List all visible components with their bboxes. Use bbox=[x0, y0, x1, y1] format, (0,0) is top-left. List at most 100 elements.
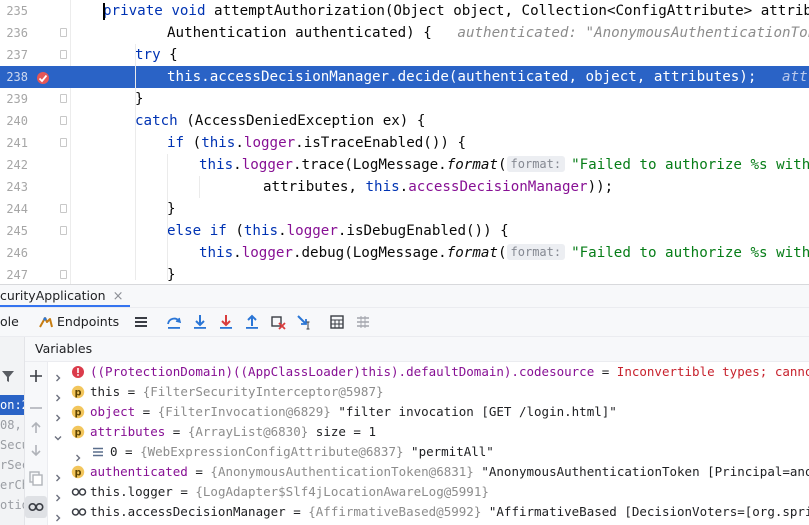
variable-type: {FilterInvocation@6829} bbox=[157, 404, 331, 419]
code-line[interactable]: 235 private void attemptAuthorization(Obj… bbox=[0, 0, 809, 22]
code-line[interactable]: 242 this.logger.trace(LogMessage.format(f… bbox=[0, 154, 809, 176]
code-text: catch (AccessDeniedException ex) { bbox=[135, 110, 425, 132]
endpoints-icon bbox=[38, 315, 54, 331]
variables-toolbar bbox=[25, 362, 48, 525]
variables-tree[interactable]: ((ProtectionDomain)((AppClassLoader)this… bbox=[48, 362, 809, 525]
frame-item-selected[interactable]: on:2 bbox=[0, 395, 24, 415]
code-token: .isTraceEnabled()) { bbox=[295, 135, 466, 151]
frame-item[interactable]: rSec bbox=[0, 455, 24, 475]
line-number[interactable]: 244 bbox=[2, 198, 28, 220]
evaluate-icon[interactable] bbox=[329, 314, 345, 330]
filter-icon[interactable] bbox=[1, 369, 15, 383]
variable-value: "permitAll" bbox=[403, 444, 494, 459]
trace-icon[interactable] bbox=[355, 314, 371, 330]
variable-row[interactable]: p authenticated = {AnonymousAuthenticatio… bbox=[48, 462, 809, 482]
copy-icon[interactable] bbox=[28, 470, 44, 486]
variable-row[interactable]: p this = {FilterSecurityInterceptor@5987} bbox=[48, 382, 809, 402]
fold-marker-icon[interactable] bbox=[60, 226, 67, 235]
chevron-down-icon[interactable] bbox=[54, 428, 62, 441]
step-over-icon[interactable] bbox=[166, 314, 182, 330]
chevron-right-icon[interactable] bbox=[54, 468, 62, 482]
line-number[interactable]: 235 bbox=[2, 0, 28, 22]
variable-row[interactable]: this.logger = {LogAdapter$Slf4jLocationA… bbox=[48, 482, 809, 502]
show-watches-icon[interactable] bbox=[25, 496, 47, 518]
variable-text: authenticated = {AnonymousAuthentication… bbox=[90, 462, 809, 482]
line-number[interactable]: 237 bbox=[2, 44, 28, 66]
line-number[interactable]: 238 bbox=[2, 66, 28, 88]
code-line[interactable]: 239} bbox=[0, 88, 809, 110]
parameter-icon: p bbox=[71, 385, 85, 399]
code-line[interactable]: 236 Authentication authenticated) { authe… bbox=[0, 22, 809, 44]
text-caret bbox=[103, 3, 105, 20]
variables-title: Variables bbox=[35, 341, 93, 356]
fold-marker-icon[interactable] bbox=[60, 94, 67, 103]
variable-row[interactable]: p object = {FilterInvocation@6829} "filte… bbox=[48, 402, 809, 422]
fold-marker-icon[interactable] bbox=[60, 50, 67, 59]
chevron-right-icon[interactable] bbox=[54, 508, 62, 522]
fold-marker-icon[interactable] bbox=[60, 116, 67, 125]
code-line[interactable]: 237 try { bbox=[0, 44, 809, 66]
tab-console[interactable]: ole bbox=[0, 313, 19, 331]
close-icon[interactable]: × bbox=[113, 289, 124, 304]
variable-row[interactable]: p attributes = {ArrayList@6830} size = 1 bbox=[48, 422, 809, 442]
code-token: . bbox=[278, 223, 287, 239]
variable-type: {FilterSecurityInterceptor@5987} bbox=[142, 384, 384, 399]
chevron-right-icon[interactable] bbox=[74, 448, 82, 462]
chevron-right-icon[interactable] bbox=[54, 408, 62, 422]
code-line[interactable]: 241 if (this.logger.isTraceEnabled()) { bbox=[0, 132, 809, 154]
line-number[interactable]: 245 bbox=[2, 220, 28, 242]
frame-item[interactable]: 08, bbox=[0, 415, 24, 435]
code-text: this.logger.debug(LogMessage.format(form… bbox=[199, 242, 809, 264]
line-number[interactable]: 239 bbox=[2, 88, 28, 110]
line-number[interactable]: 246 bbox=[2, 242, 28, 264]
code-line[interactable]: 247} bbox=[0, 264, 809, 284]
variable-text: attributes = {ArrayList@6830} size = 1 bbox=[90, 422, 376, 442]
code-text: } bbox=[135, 88, 144, 110]
code-line[interactable]: 244} bbox=[0, 198, 809, 220]
frame-item[interactable]: Secu bbox=[0, 435, 24, 455]
step-out-icon[interactable] bbox=[244, 314, 260, 330]
line-number[interactable]: 236 bbox=[2, 22, 28, 44]
breakpoint-icon[interactable] bbox=[36, 70, 50, 84]
line-number[interactable]: 243 bbox=[2, 176, 28, 198]
drop-frame-icon[interactable] bbox=[270, 314, 286, 330]
code-editor[interactable]: 235 private void attemptAuthorization(Obj… bbox=[0, 0, 809, 284]
frame-item[interactable]: erCh bbox=[0, 475, 24, 495]
chevron-right-icon[interactable] bbox=[54, 388, 62, 402]
variable-row[interactable]: this.accessDecisionManager = {Affirmativ… bbox=[48, 502, 809, 522]
code-line[interactable]: 240 catch (AccessDeniedException ex) { bbox=[0, 110, 809, 132]
chevron-right-icon[interactable] bbox=[54, 368, 62, 382]
move-up-icon[interactable] bbox=[28, 420, 44, 436]
move-down-icon[interactable] bbox=[28, 442, 44, 458]
step-into-icon[interactable] bbox=[192, 314, 208, 330]
chevron-right-icon[interactable] bbox=[54, 488, 62, 502]
code-token: this bbox=[199, 157, 234, 173]
fold-marker-icon[interactable] bbox=[60, 270, 67, 279]
line-number[interactable]: 247 bbox=[2, 264, 28, 284]
code-token: .isDebugEnabled()) { bbox=[337, 223, 509, 239]
fold-marker-icon[interactable] bbox=[60, 28, 67, 37]
code-line-current[interactable]: 238 this.accessDecisionManager.decide(aut… bbox=[0, 66, 809, 88]
add-watch-icon[interactable] bbox=[28, 368, 44, 384]
line-number[interactable]: 240 bbox=[2, 110, 28, 132]
fold-marker-icon[interactable] bbox=[60, 138, 67, 147]
remove-watch-icon[interactable] bbox=[28, 400, 44, 416]
menu-icon[interactable] bbox=[133, 314, 149, 330]
line-number[interactable]: 242 bbox=[2, 154, 28, 176]
code-line[interactable]: 245 else if (this.logger.isDebugEnabled()… bbox=[0, 220, 809, 242]
variable-row[interactable]: 0 = {WebExpressionConfigAttribute@6837} … bbox=[48, 442, 809, 462]
inline-debug-value: attribute bbox=[782, 69, 809, 85]
code-token: logger bbox=[286, 223, 338, 239]
variable-row[interactable]: ((ProtectionDomain)((AppClassLoader)this… bbox=[48, 362, 809, 382]
code-token: if bbox=[167, 135, 185, 151]
debug-session-tab[interactable]: curityApplication × bbox=[0, 287, 123, 305]
code-line[interactable]: 243 attributes, this.accessDecisionManage… bbox=[0, 176, 809, 198]
code-line[interactable]: 246 this.logger.debug(LogMessage.format(f… bbox=[0, 242, 809, 264]
force-step-into-icon[interactable] bbox=[218, 314, 234, 330]
line-number[interactable]: 241 bbox=[2, 132, 28, 154]
frame-item[interactable]: otio bbox=[0, 495, 24, 515]
run-to-cursor-icon[interactable] bbox=[296, 314, 312, 330]
code-token: format bbox=[446, 157, 498, 173]
tab-endpoints[interactable]: Endpoints bbox=[57, 313, 119, 331]
fold-marker-icon[interactable] bbox=[60, 204, 67, 213]
